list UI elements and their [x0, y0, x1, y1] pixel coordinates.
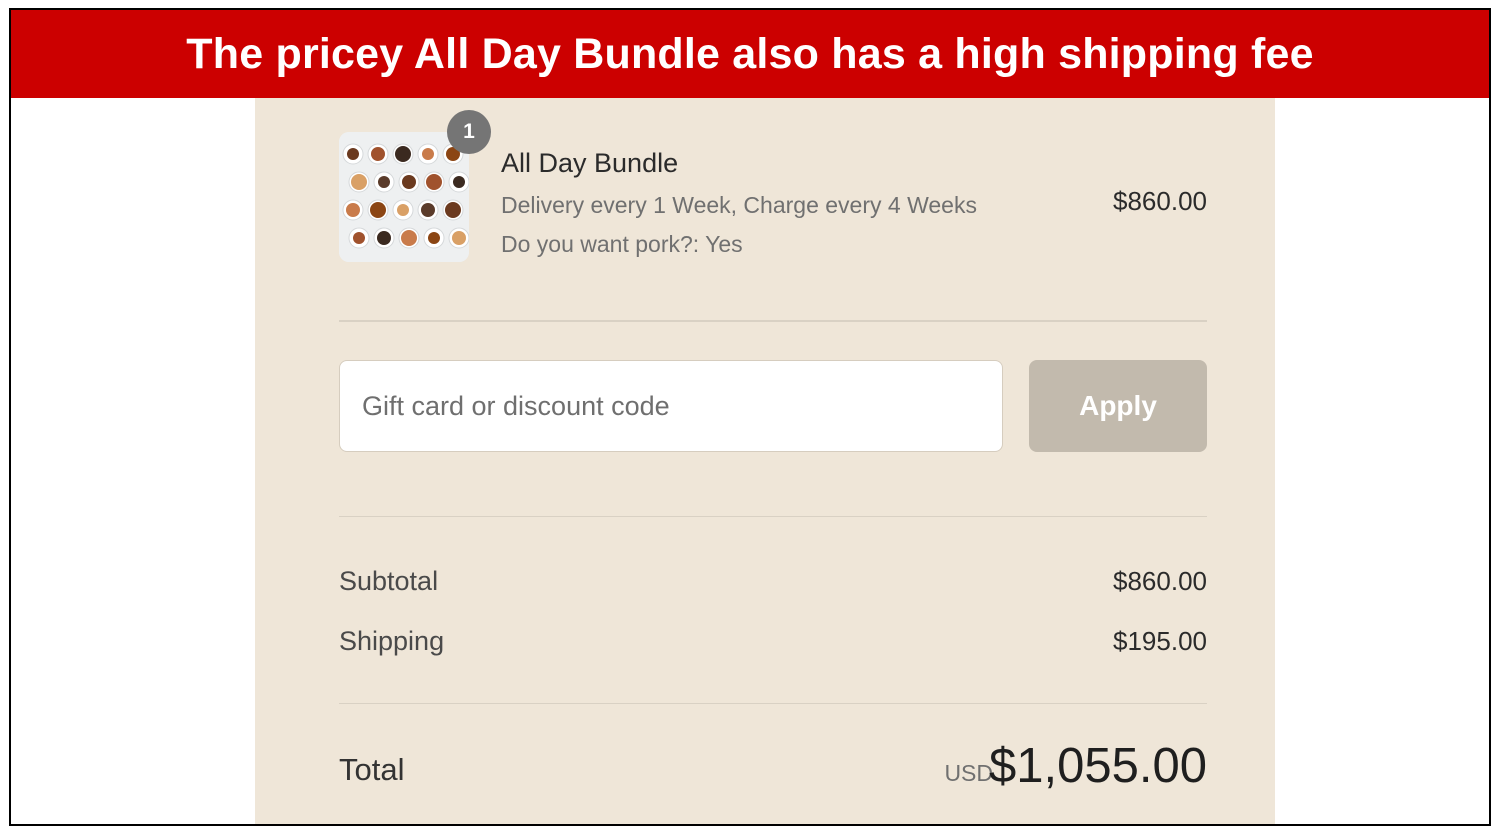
product-delivery-terms: Delivery every 1 Week, Charge every 4 We… [501, 192, 977, 218]
apply-button[interactable]: Apply [1029, 360, 1207, 452]
product-image [339, 132, 469, 262]
screenshot-frame: The pricey All Day Bundle also has a hig… [9, 8, 1491, 826]
product-thumbnail: 1 [339, 110, 491, 262]
quantity-badge: 1 [447, 110, 491, 154]
headline-banner: The pricey All Day Bundle also has a hig… [11, 10, 1489, 98]
total-label: Total [339, 752, 405, 787]
shipping-label: Shipping [339, 626, 445, 656]
product-name: All Day Bundle [501, 148, 679, 178]
discount-code-input[interactable] [339, 360, 1003, 452]
order-summary-panel: 1 All Day Bundle Delivery every 1 Week, … [255, 98, 1275, 824]
product-option: Do you want pork?: Yes [501, 231, 743, 257]
total-value: $1,055.00 [989, 739, 1207, 793]
divider [339, 703, 1207, 704]
divider [339, 320, 1207, 322]
shipping-value: $195.00 [1113, 626, 1207, 656]
currency-code: USD [944, 760, 993, 786]
subtotal-value: $860.00 [1113, 566, 1207, 596]
product-price: $860.00 [1113, 186, 1207, 216]
subtotal-label: Subtotal [339, 566, 439, 596]
headline-text: The pricey All Day Bundle also has a hig… [186, 29, 1314, 78]
divider [339, 516, 1207, 517]
